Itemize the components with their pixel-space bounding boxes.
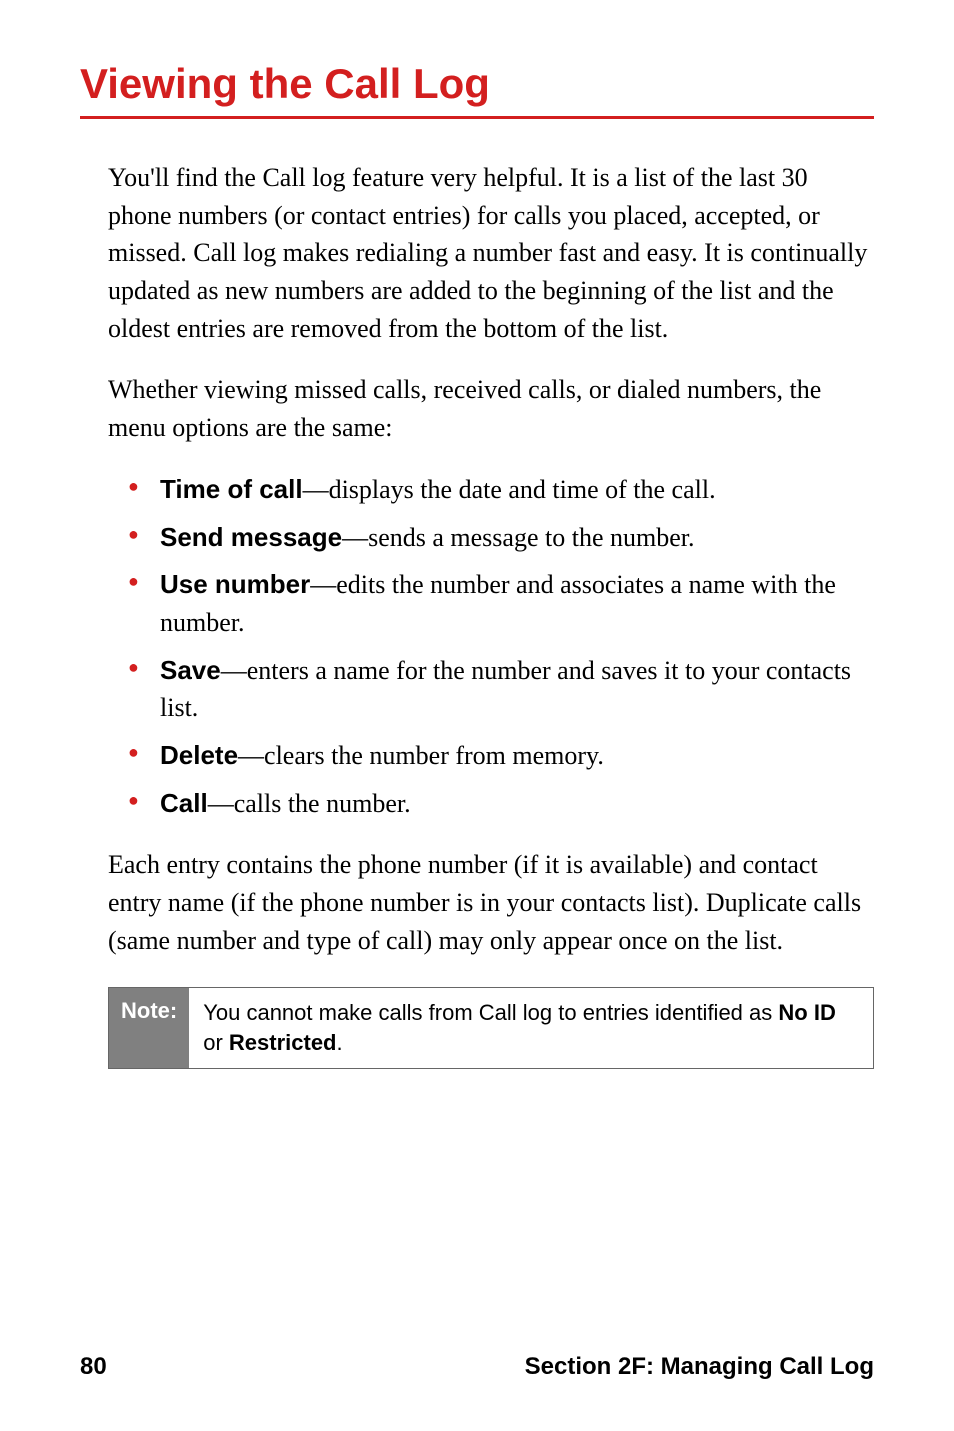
closing-paragraph: Each entry contains the phone number (if… bbox=[108, 846, 874, 959]
option-term: Call bbox=[160, 788, 208, 818]
page-footer: 80 Section 2F: Managing Call Log bbox=[80, 1353, 874, 1381]
option-term: Delete bbox=[160, 740, 238, 770]
intro-paragraph: You'll find the Call log feature very he… bbox=[108, 159, 874, 347]
list-item: Send message—sends a message to the numb… bbox=[128, 519, 874, 557]
note-bold-2: Restricted bbox=[229, 1030, 337, 1055]
option-desc: —displays the date and time of the call. bbox=[303, 475, 716, 504]
list-item: Call—calls the number. bbox=[128, 785, 874, 823]
note-box: Note: You cannot make calls from Call lo… bbox=[108, 987, 874, 1068]
options-list: Time of call—displays the date and time … bbox=[128, 471, 874, 823]
list-item: Use number—edits the number and associat… bbox=[128, 566, 874, 641]
note-suffix: . bbox=[337, 1030, 343, 1055]
list-item: Time of call—displays the date and time … bbox=[128, 471, 874, 509]
option-desc: —calls the number. bbox=[208, 789, 411, 818]
heading-rule bbox=[80, 116, 874, 119]
page-heading: Viewing the Call Log bbox=[80, 60, 874, 108]
option-desc: —enters a name for the number and saves … bbox=[160, 656, 851, 723]
second-paragraph: Whether viewing missed calls, received c… bbox=[108, 371, 874, 446]
option-term: Send message bbox=[160, 522, 342, 552]
option-desc: —sends a message to the number. bbox=[342, 523, 694, 552]
option-term: Time of call bbox=[160, 474, 303, 504]
list-item: Delete—clears the number from memory. bbox=[128, 737, 874, 775]
option-term: Use number bbox=[160, 569, 310, 599]
note-bold-1: No ID bbox=[778, 1000, 835, 1025]
note-mid: or bbox=[203, 1030, 229, 1055]
option-desc: —clears the number from memory. bbox=[238, 741, 604, 770]
note-text-prefix: You cannot make calls from Call log to e… bbox=[203, 1000, 778, 1025]
note-content: You cannot make calls from Call log to e… bbox=[189, 988, 873, 1067]
section-label: Section 2F: Managing Call Log bbox=[525, 1353, 874, 1381]
note-label: Note: bbox=[109, 988, 189, 1067]
list-item: Save—enters a name for the number and sa… bbox=[128, 652, 874, 727]
option-term: Save bbox=[160, 655, 221, 685]
page-number: 80 bbox=[80, 1353, 107, 1381]
